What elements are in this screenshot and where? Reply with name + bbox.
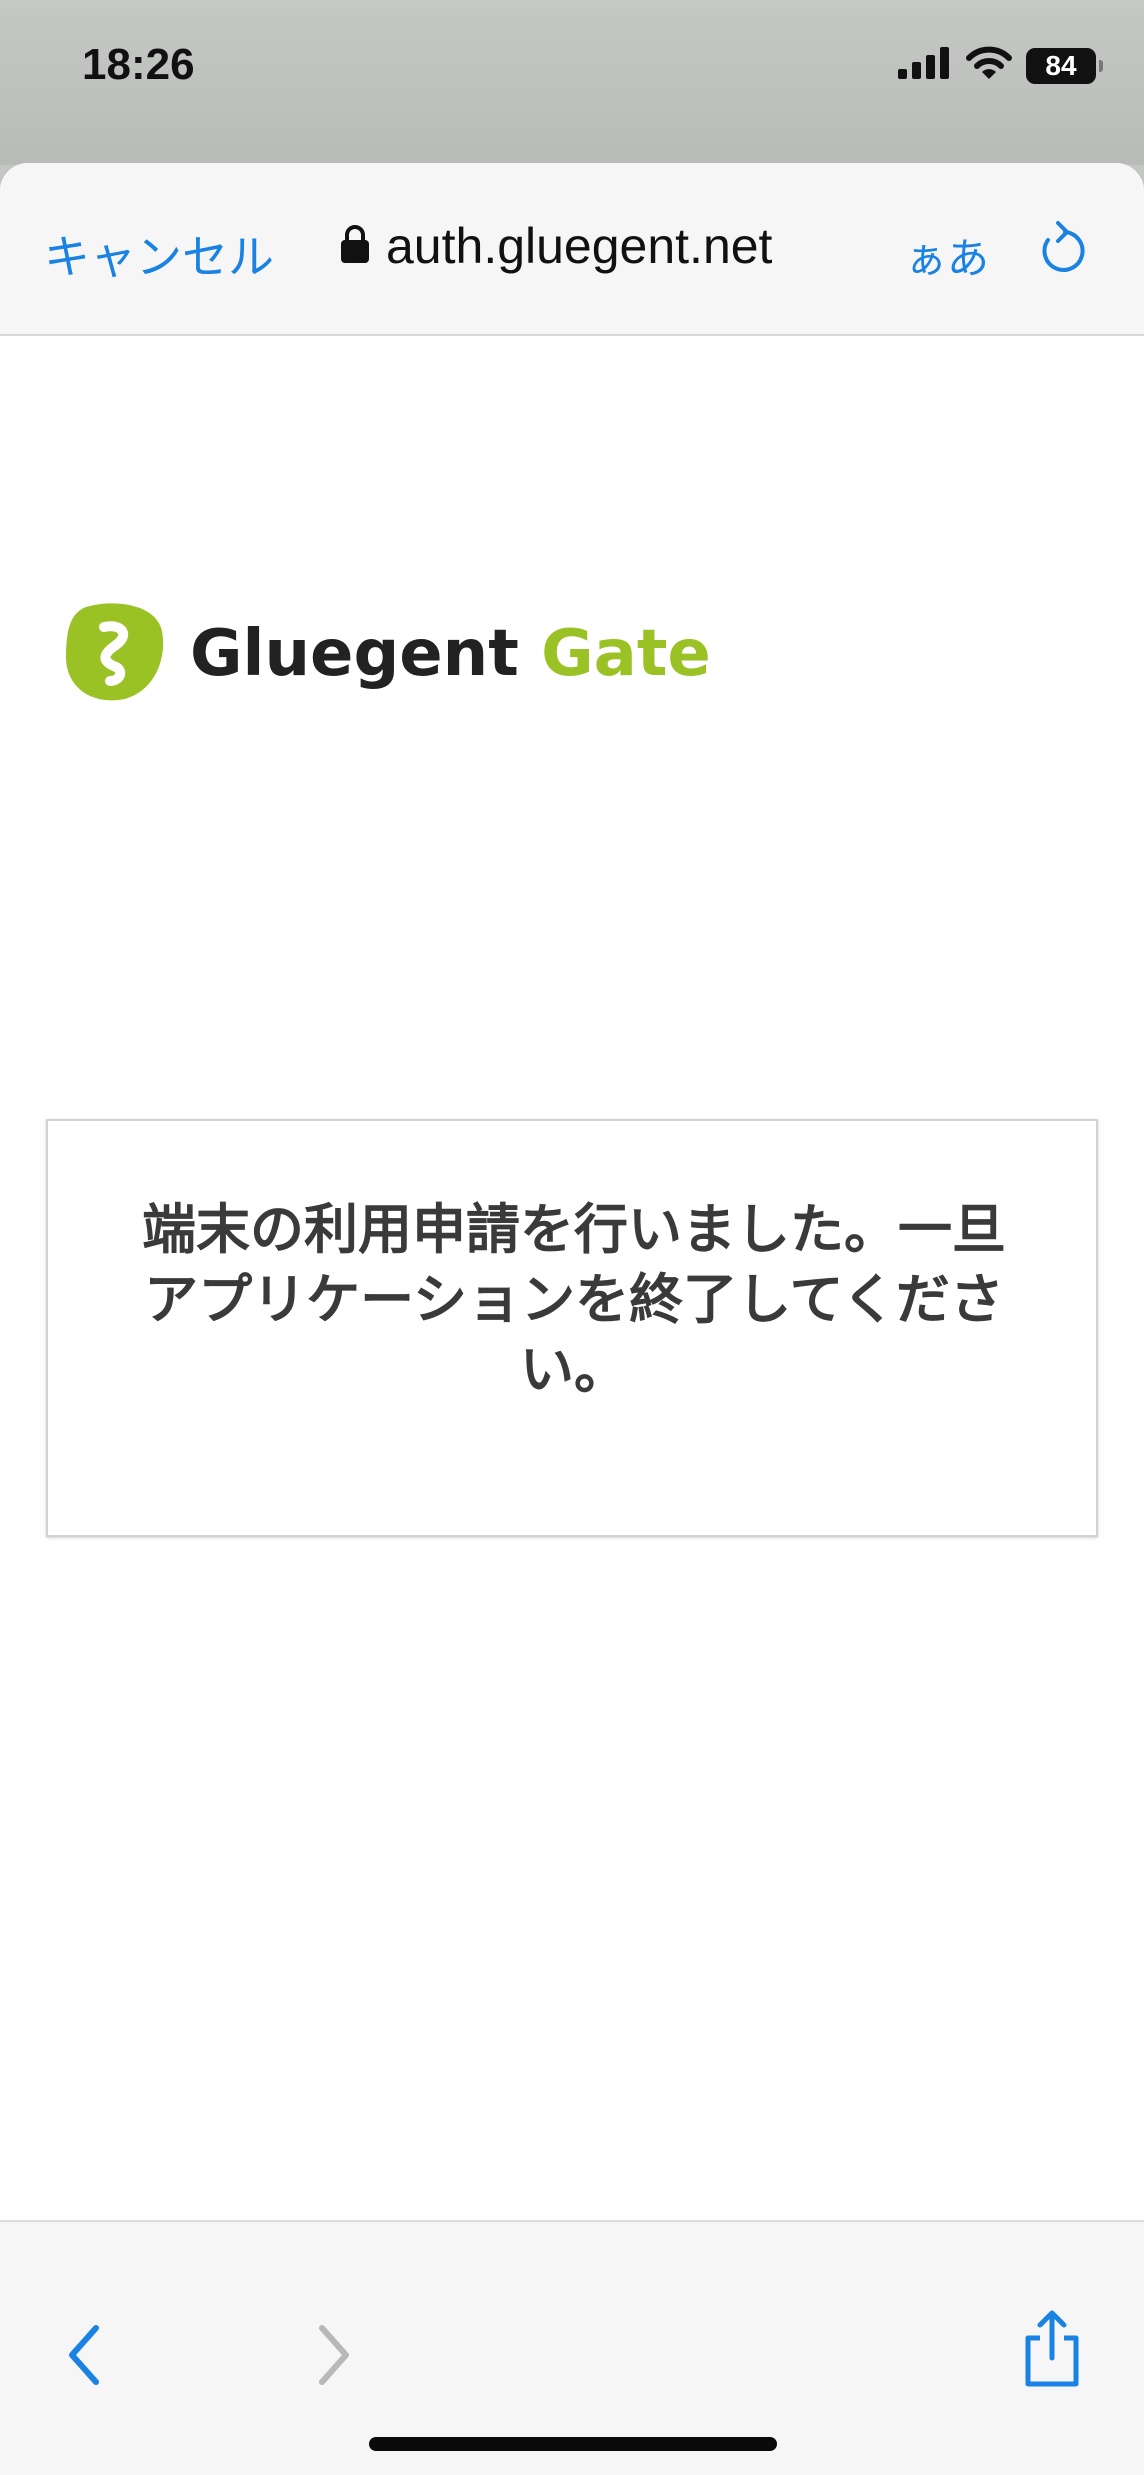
text-size-button[interactable]: ぁあ — [905, 225, 989, 286]
page-content: Gluegent Gate 端末の利用申請を行いました。一旦アプリケーションを終… — [0, 336, 1144, 2220]
cancel-button[interactable]: キャンセル — [44, 221, 274, 287]
status-time: 18:26 — [82, 40, 195, 89]
share-icon[interactable] — [1020, 2310, 1084, 2393]
browser-nav-bar: キャンセル auth.gluegent.net ぁあ — [0, 163, 1144, 336]
address-bar[interactable]: auth.gluegent.net — [340, 217, 772, 275]
logo-wordmark: Gluegent Gate — [190, 617, 711, 691]
lock-icon — [340, 224, 370, 269]
browser-sheet: キャンセル auth.gluegent.net ぁあ Gluegent Gate… — [0, 163, 1144, 2475]
reload-icon[interactable] — [1034, 219, 1090, 284]
logo-word-gate: Gate — [541, 616, 711, 691]
wifi-icon — [966, 46, 1012, 85]
battery-icon: 84 — [1026, 47, 1103, 84]
logo-word-gluegent: Gluegent — [190, 616, 519, 691]
gluegent-gate-logo: Gluegent Gate — [64, 601, 711, 706]
battery-level: 84 — [1045, 49, 1077, 81]
gluegent-logo-icon — [64, 601, 164, 706]
status-icons: 84 — [898, 46, 1103, 85]
cellular-signal-icon — [898, 47, 952, 84]
home-indicator[interactable] — [369, 2437, 777, 2451]
back-icon[interactable] — [64, 2324, 104, 2391]
status-bar: 18:26 84 — [0, 0, 1144, 165]
url-text: auth.gluegent.net — [386, 218, 773, 274]
message-box: 端末の利用申請を行いました。一旦アプリケーションを終了してください。 — [46, 1119, 1098, 1537]
forward-icon[interactable] — [314, 2324, 354, 2391]
message-text: 端末の利用申請を行いました。一旦アプリケーションを終了してください。 — [142, 1198, 1006, 1401]
